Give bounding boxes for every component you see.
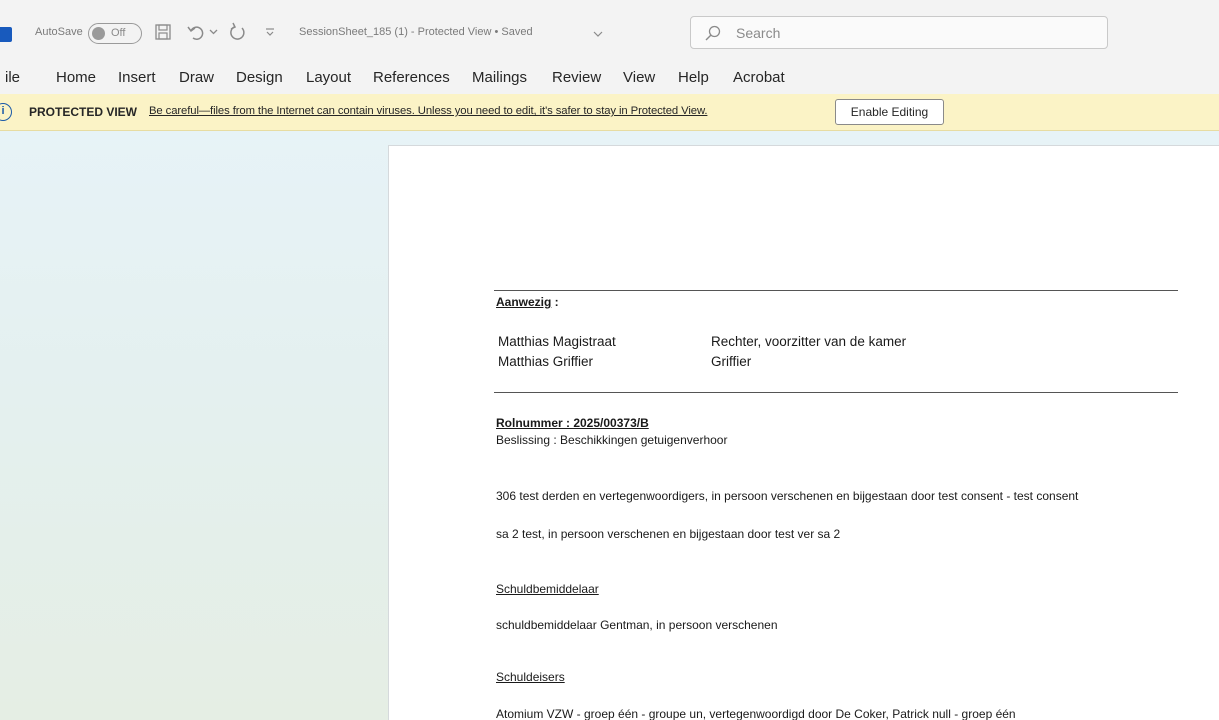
- tab-acrobat[interactable]: Acrobat: [733, 69, 785, 86]
- present-role-1: Rechter, voorzitter van de kamer: [711, 334, 907, 349]
- title-chevron-down-icon[interactable]: [592, 22, 604, 46]
- protected-view-title: PROTECTED VIEW: [29, 105, 138, 119]
- present-heading-line: Aanwezig :: [496, 295, 559, 309]
- tab-home[interactable]: Home: [56, 69, 96, 86]
- word-app-icon: [0, 27, 12, 42]
- case-number: Rolnummer : 2025/00373/B: [496, 416, 649, 430]
- title-bar: AutoSave Off SessionSheet_185 (1) - Prot…: [0, 0, 1219, 64]
- tab-file[interactable]: ile: [5, 69, 20, 86]
- customize-icon[interactable]: [263, 20, 277, 44]
- present-name-1: Matthias Magistraat: [498, 334, 616, 349]
- tab-insert[interactable]: Insert: [118, 69, 156, 86]
- document-title: SessionSheet_185 (1) - Protected View • …: [299, 26, 533, 38]
- party-line-1: 306 test derden en vertegenwoordigers, i…: [496, 489, 1079, 503]
- tab-design[interactable]: Design: [236, 69, 283, 86]
- decision-text: Beslissing : Beschikkingen getuigenverho…: [496, 433, 728, 447]
- search-icon: [705, 25, 721, 46]
- undo-icon[interactable]: [184, 20, 208, 44]
- protected-view-message-link[interactable]: Be careful—files from the Internet can c…: [149, 105, 708, 117]
- autosave-state: Off: [111, 27, 126, 39]
- tab-draw[interactable]: Draw: [179, 69, 214, 86]
- separator-line: [494, 290, 1178, 291]
- creditors-heading: Schuldeisers: [496, 670, 565, 684]
- autosave-toggle[interactable]: Off: [88, 23, 142, 44]
- chevron-down-icon[interactable]: [207, 20, 219, 44]
- enable-editing-button[interactable]: Enable Editing: [835, 99, 944, 125]
- tab-mailings[interactable]: Mailings: [472, 69, 527, 86]
- ribbon-tabs: ile Home Insert Draw Design Layout Refer…: [0, 64, 1219, 94]
- search-box[interactable]: Search: [690, 16, 1108, 49]
- tab-help[interactable]: Help: [678, 69, 709, 86]
- tab-review[interactable]: Review: [552, 69, 601, 86]
- tab-layout[interactable]: Layout: [306, 69, 351, 86]
- toggle-knob: [92, 27, 105, 40]
- mediator-heading: Schuldbemiddelaar: [496, 582, 599, 596]
- save-icon[interactable]: [153, 20, 173, 44]
- redo-icon[interactable]: [226, 20, 250, 44]
- present-role-2: Griffier: [711, 354, 752, 369]
- separator-line: [494, 392, 1178, 393]
- autosave-label: AutoSave: [35, 26, 83, 38]
- mediator-line: schuldbemiddelaar Gentman, in persoon ve…: [496, 618, 778, 632]
- tab-references[interactable]: References: [373, 69, 450, 86]
- protected-view-bar: i PROTECTED VIEW Be careful—files from t…: [0, 94, 1219, 131]
- present-heading: Aanwezig: [496, 295, 552, 309]
- tab-view[interactable]: View: [623, 69, 655, 86]
- present-heading-colon: :: [551, 295, 559, 309]
- info-icon: i: [0, 103, 12, 121]
- search-placeholder: Search: [736, 25, 781, 41]
- creditors-line: Atomium VZW - groep één - groupe un, ver…: [496, 707, 1016, 720]
- present-name-2: Matthias Griffier: [498, 354, 594, 369]
- party-line-2: sa 2 test, in persoon verschenen en bijg…: [496, 527, 841, 541]
